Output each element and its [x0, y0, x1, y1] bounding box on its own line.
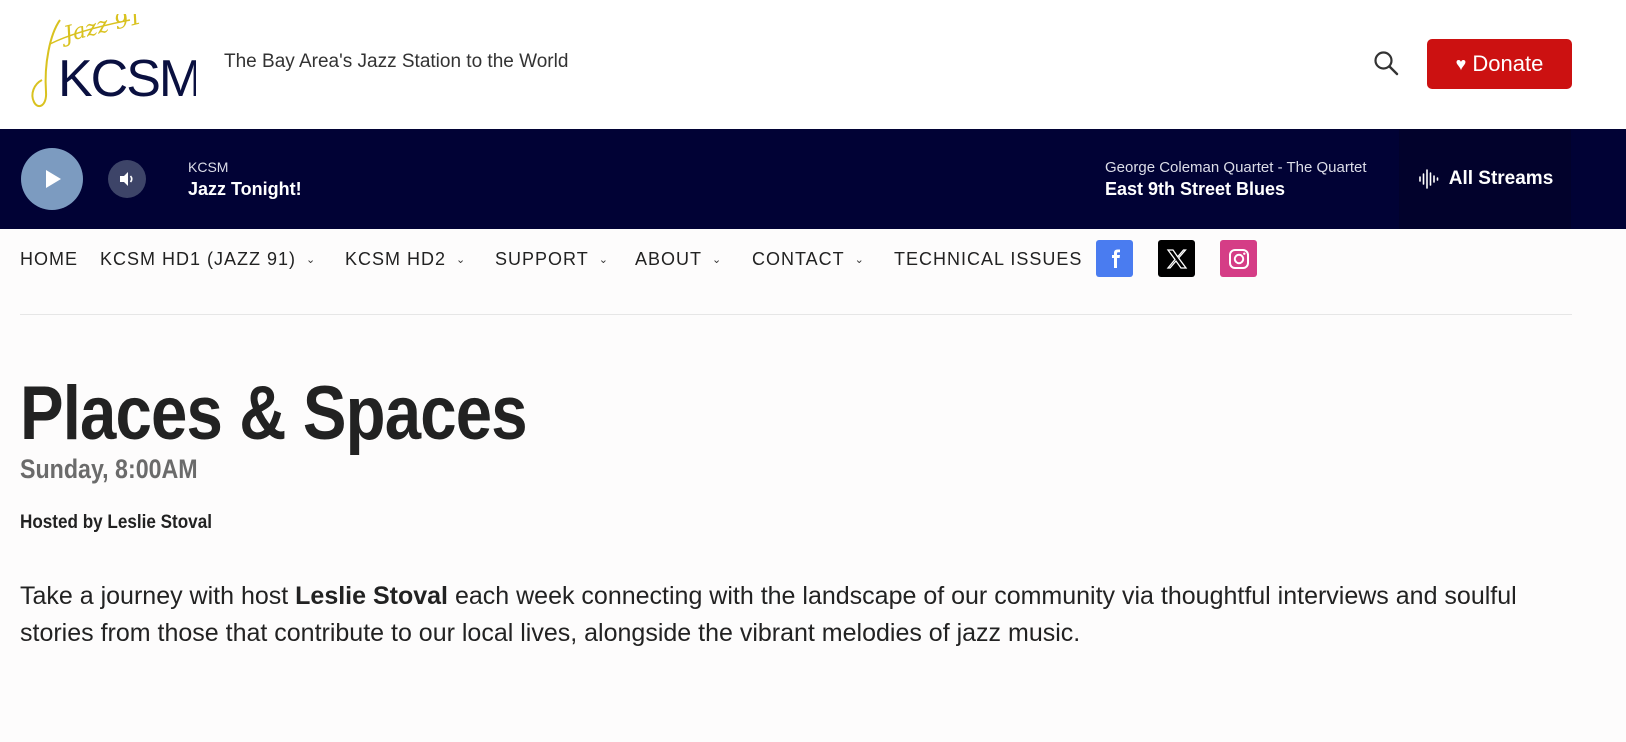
play-button[interactable] — [21, 148, 83, 210]
nav-divider — [20, 314, 1572, 315]
volume-icon — [120, 172, 133, 186]
chevron-down-icon: ⌄ — [456, 254, 467, 266]
nav-label: CONTACT — [752, 249, 845, 269]
heart-icon: ♥ — [1455, 54, 1467, 74]
nav-item-kcsm-hd1[interactable]: KCSM HD1 (JAZZ 91) ⌄ — [100, 249, 316, 270]
all-streams-label: All Streams — [1448, 168, 1554, 189]
play-icon — [46, 170, 61, 188]
nav-item-contact[interactable]: CONTACT ⌄ — [752, 249, 865, 270]
station-tagline: The Bay Area's Jazz Station to the World — [224, 51, 569, 72]
main-navigation: HOME KCSM HD1 (JAZZ 91) ⌄ KCSM HD2 ⌄ SUP… — [0, 229, 1626, 315]
nav-item-kcsm-hd2[interactable]: KCSM HD2 ⌄ — [345, 249, 466, 270]
chevron-down-icon: ⌄ — [712, 254, 723, 266]
nav-label: KCSM HD2 — [345, 249, 447, 269]
chevron-down-icon: ⌄ — [854, 254, 865, 266]
program-schedule: Sunday, 8:00AM — [20, 454, 198, 484]
search-icon[interactable] — [1372, 49, 1400, 77]
program-description: Take a journey with host Leslie Stoval e… — [20, 578, 1560, 652]
x-icon[interactable] — [1158, 240, 1195, 277]
nav-item-home[interactable]: HOME — [20, 249, 78, 270]
audio-wave-icon — [1418, 169, 1439, 189]
now-playing-artist: George Coleman Quartet - The Quartet — [1105, 159, 1367, 176]
donate-button[interactable]: ♥ Donate — [1427, 39, 1572, 89]
player-station: KCSM — [188, 159, 229, 175]
nav-label: HOME — [20, 249, 78, 269]
kcsm-logo[interactable]: Jazz 91 KCSM — [20, 14, 196, 110]
nav-label: KCSM HD1 (JAZZ 91) — [100, 249, 297, 269]
instagram-icon[interactable] — [1220, 240, 1257, 277]
logo-text: KCSM — [58, 50, 196, 108]
donate-label: Donate — [1472, 51, 1544, 76]
volume-button[interactable] — [108, 160, 146, 198]
now-playing-track: East 9th Street Blues — [1105, 179, 1286, 199]
chevron-down-icon: ⌄ — [598, 254, 609, 266]
nav-label: SUPPORT — [495, 249, 589, 269]
nav-label: TECHNICAL ISSUES — [894, 249, 1083, 269]
chevron-down-icon: ⌄ — [306, 254, 317, 266]
audio-player-bar: KCSM Jazz Tonight! George Coleman Quarte… — [0, 129, 1626, 229]
program-host: Hosted by Leslie Stoval — [20, 512, 212, 533]
nav-item-technical-issues[interactable]: TECHNICAL ISSUES — [894, 249, 1082, 270]
player-show-title: Jazz Tonight! — [188, 179, 302, 199]
nav-label: ABOUT — [635, 249, 703, 269]
description-text: Take a journey with host — [20, 582, 296, 610]
program-title: Places & Spaces — [20, 371, 528, 456]
nav-item-about[interactable]: ABOUT ⌄ — [635, 249, 722, 270]
logo-script: Jazz 91 — [58, 14, 146, 49]
facebook-icon[interactable] — [1096, 240, 1133, 277]
nav-item-support[interactable]: SUPPORT ⌄ — [495, 249, 609, 270]
all-streams-button[interactable]: All Streams — [1399, 129, 1571, 229]
site-header: Jazz 91 KCSM The Bay Area's Jazz Station… — [0, 0, 1626, 129]
description-host-name: Leslie Stoval — [295, 582, 449, 610]
